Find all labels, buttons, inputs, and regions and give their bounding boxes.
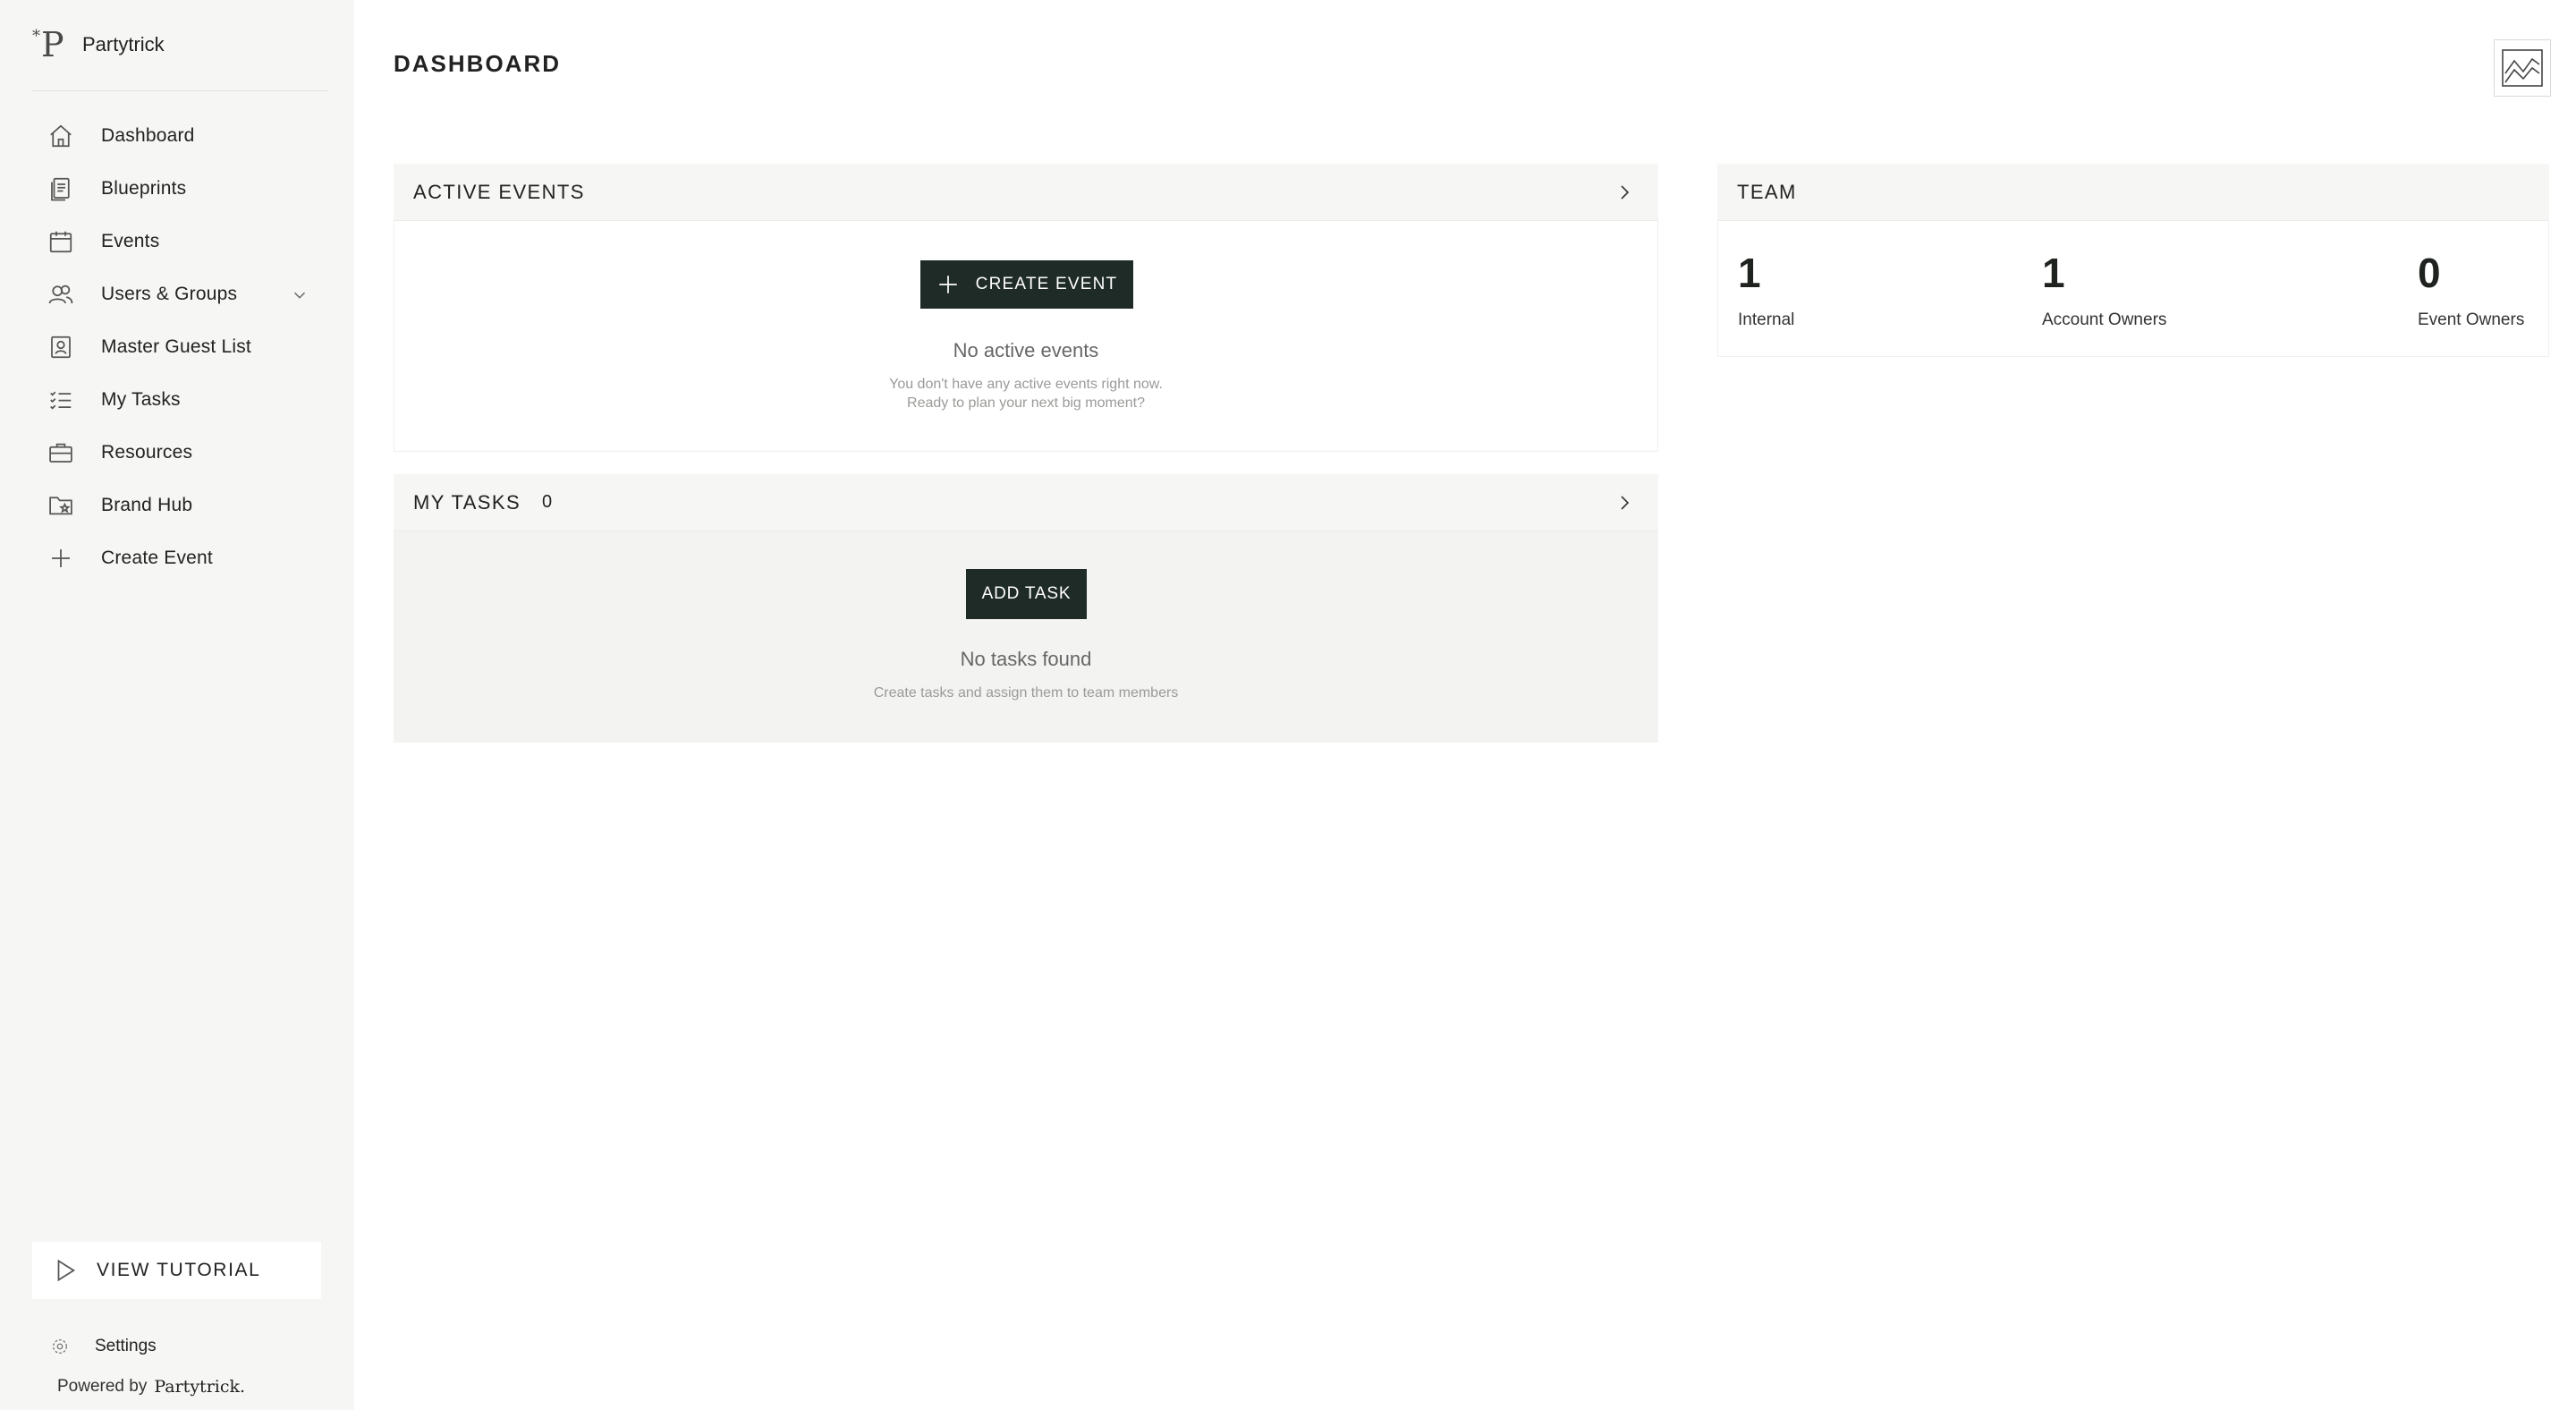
sidebar-item-label: Create Event [101,547,213,568]
checklist-icon [47,386,75,414]
chart-icon [2502,49,2543,87]
sidebar-item-label: Dashboard [101,124,195,146]
sidebar-divider [32,90,327,91]
contact-book-icon [47,333,75,361]
empty-tasks-title: No tasks found [960,648,1092,670]
sidebar-item-label: My Tasks [101,388,181,410]
sidebar-item-users-groups[interactable]: Users & Groups [32,268,318,320]
stat-label: Account Owners [2042,310,2167,329]
empty-tasks-sub: Create tasks and assign them to team mem… [873,685,1179,701]
my-tasks-header: MY TASKS 0 [394,474,1658,531]
sidebar-item-resources[interactable]: Resources [32,426,318,479]
stat-label: Internal [1738,310,1795,329]
users-icon [47,280,75,309]
powered-brand: Partytrick. [154,1377,246,1397]
plus-icon [938,276,957,293]
home-icon [47,122,75,150]
play-icon [57,1259,76,1282]
sidebar-nav: Dashboard Blueprints Events Users & Grou… [32,109,318,584]
stat-value: 1 [1738,250,1761,296]
stat-value: 0 [2418,250,2441,296]
brand-logo: * P [32,25,64,64]
app-root: * P Partytrick Dashboard Blueprints Even… [0,0,2576,1410]
team-title: TEAM [1737,180,1797,203]
sidebar-item-dashboard[interactable]: Dashboard [32,109,318,162]
sidebar-item-my-tasks[interactable]: My Tasks [32,373,318,426]
stat-value: 1 [2042,250,2065,296]
gear-icon [53,1339,67,1354]
add-task-button[interactable]: ADD TASK [966,569,1087,619]
view-tutorial-button[interactable]: VIEW TUTORIAL [32,1242,321,1299]
sidebar-item-brand-hub[interactable]: Brand Hub [32,479,318,531]
empty-events-line2: Ready to plan your next big moment? [907,395,1145,411]
sidebar-item-create-event[interactable]: Create Event [32,531,318,584]
folder-star-icon [47,491,75,520]
stat-internal[interactable]: 1 Internal [1738,250,1794,330]
create-event-button[interactable]: CREATE EVENT [920,260,1133,309]
stat-account-owners[interactable]: 1 Account Owners [2042,250,2166,330]
sidebar-item-blueprints[interactable]: Blueprints [32,162,318,215]
sidebar-item-events[interactable]: Events [32,215,318,268]
chevron-down-icon[interactable] [290,285,309,305]
chevron-right-icon[interactable] [1614,182,1635,203]
page-title: DASHBOARD [394,50,561,77]
empty-events-title: No active events [953,339,1099,361]
team-header: TEAM [1717,164,2549,221]
my-tasks-title: MY TASKS [413,490,521,514]
plus-icon [47,544,75,573]
active-events-header: ACTIVE EVENTS [394,164,1658,221]
sidebar-item-label: Resources [101,441,193,463]
sidebar-item-label: Blueprints [101,177,187,199]
sidebar-item-master-guest-list[interactable]: Master Guest List [32,320,318,373]
sidebar-item-label: Brand Hub [101,494,193,515]
settings-label: Settings [95,1337,157,1355]
task-count-badge: 0 [542,492,553,512]
powered-by: Powered by Partytrick. [57,1377,246,1397]
report-button[interactable] [2494,39,2551,97]
chevron-right-icon[interactable] [1614,492,1635,514]
stat-event-owners[interactable]: 0 Event Owners [2418,250,2524,330]
view-tutorial-label: VIEW TUTORIAL [97,1260,261,1280]
brand[interactable]: * P Partytrick [32,25,165,64]
briefcase-icon [47,438,75,467]
blueprint-icon [47,174,75,203]
empty-events-line1: You don't have any active events right n… [889,377,1163,392]
active-events-title: ACTIVE EVENTS [413,180,585,203]
my-tasks-panel: ADD TASK No tasks found Create tasks and… [394,531,1658,743]
settings-link[interactable]: Settings [50,1333,157,1360]
stat-label: Event Owners [2418,310,2525,329]
brand-name: Partytrick [82,33,165,55]
sidebar-item-label: Master Guest List [101,336,251,357]
sidebar: * P Partytrick Dashboard Blueprints Even… [0,0,354,1410]
sidebar-item-label: Events [101,230,160,251]
team-panel: 1 Internal 1 Account Owners 0 Event Owne… [1717,221,2549,357]
active-events-panel: CREATE EVENT No active events You don't … [394,221,1658,452]
calendar-icon [47,227,75,256]
sidebar-item-label: Users & Groups [101,283,238,304]
